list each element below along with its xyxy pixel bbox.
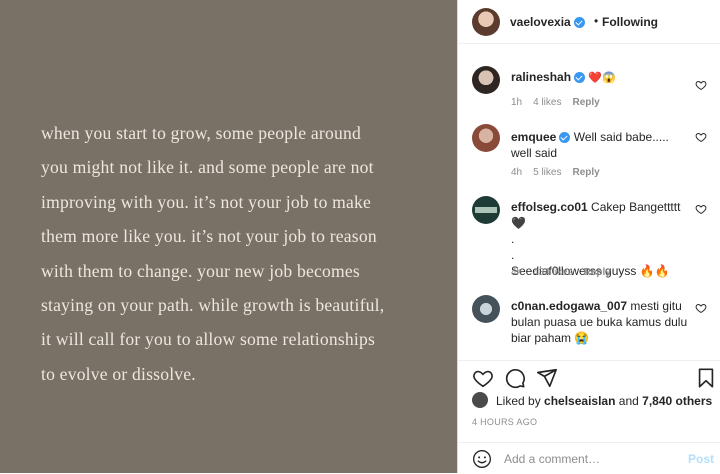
comment-like-heart-icon[interactable] xyxy=(695,79,707,91)
comment-like-heart-icon[interactable] xyxy=(695,131,707,143)
liked-by-connector: and xyxy=(618,394,639,408)
comment-time[interactable]: 4h xyxy=(511,267,522,278)
comment-time[interactable]: 1h xyxy=(511,97,522,108)
post-header: vaelovexia • Following xyxy=(458,0,720,44)
add-comment-row: Add a comment… Post xyxy=(458,442,720,474)
emoji-smiley-icon[interactable] xyxy=(472,449,492,469)
comment-username[interactable]: emquee xyxy=(511,130,556,144)
quote-line: to evolve or dissolve. xyxy=(41,363,196,384)
post-timestamp[interactable]: 4 HOURS AGO xyxy=(472,417,537,427)
comment-likes[interactable]: 5 likes xyxy=(533,167,561,178)
verified-badge-icon xyxy=(559,132,571,144)
comment-time[interactable]: 4h xyxy=(511,167,522,178)
author-avatar[interactable] xyxy=(472,8,500,36)
comment-body: ralineshah ❤️😱 xyxy=(511,69,691,86)
comment-username[interactable]: effolseg.co01 xyxy=(511,200,588,214)
liked-by-others[interactable]: 7,840 others xyxy=(642,394,712,408)
add-comment-input[interactable]: Add a comment… xyxy=(504,452,600,466)
reply-button[interactable]: Reply xyxy=(584,267,611,278)
commenter-avatar[interactable] xyxy=(472,196,500,224)
reply-button[interactable]: Reply xyxy=(572,167,599,178)
comment-like-heart-icon[interactable] xyxy=(695,203,707,215)
quote-line: with them to change. your new job become… xyxy=(41,260,360,281)
post-side-panel: vaelovexia • Following ralineshah ❤️😱 1h… xyxy=(457,0,720,473)
comment-like-heart-icon[interactable] xyxy=(695,302,707,314)
following-button[interactable]: Following xyxy=(602,15,658,29)
comment-body: emquee Well said babe..... well said xyxy=(511,129,691,161)
comment-body: c0nan.edogawa_007 mesti gitu bulan puasa… xyxy=(511,298,691,346)
comment-username[interactable]: c0nan.edogawa_007 xyxy=(511,299,627,313)
author-username[interactable]: vaelovexia xyxy=(510,15,585,29)
commenter-avatar[interactable] xyxy=(472,66,500,94)
save-bookmark-icon[interactable] xyxy=(695,367,717,389)
comment-meta: 4h 434 likes Reply xyxy=(511,267,622,278)
post-quote: when you start to grow, some people arou… xyxy=(41,116,441,391)
quote-line: it will call for you to allow some relat… xyxy=(41,329,376,350)
commenter-avatar[interactable] xyxy=(472,124,500,152)
comment-meta: 4h 5 likes Reply xyxy=(511,167,611,178)
quote-line: them more like you. it’s not your job to… xyxy=(41,226,377,247)
author-username-text[interactable]: vaelovexia xyxy=(510,15,571,29)
liker-avatar[interactable] xyxy=(472,392,488,408)
quote-line: when you start to grow, some people arou… xyxy=(41,123,361,143)
comment-text: ❤️😱 xyxy=(588,72,616,84)
quote-line: improving with you. it’s not your job to… xyxy=(41,191,372,212)
reply-button[interactable]: Reply xyxy=(572,97,599,108)
comment-username[interactable]: ralineshah xyxy=(511,70,571,84)
post-comment-button[interactable]: Post xyxy=(688,452,714,466)
liked-by-prefix: Liked by xyxy=(496,394,541,408)
comment-bubble-icon[interactable] xyxy=(504,367,526,389)
commenter-avatar[interactable] xyxy=(472,295,500,323)
comment-likes[interactable]: 4 likes xyxy=(533,97,561,108)
likes-summary: Liked by chelseaislan and 7,840 others xyxy=(496,394,712,408)
separator-dot: • xyxy=(594,14,599,28)
comment-meta: 1h 4 likes Reply xyxy=(511,97,611,108)
comment-text-line: . xyxy=(511,232,515,246)
post-image[interactable]: when you start to grow, some people arou… xyxy=(0,0,457,473)
comment-likes[interactable]: 434 likes xyxy=(533,267,572,278)
verified-badge-icon xyxy=(573,17,585,29)
share-send-icon[interactable] xyxy=(536,367,558,389)
comment-text-line: . xyxy=(511,248,515,262)
quote-line: staying on your path. while growth is be… xyxy=(41,295,385,316)
quote-line: you might not like it. and some people a… xyxy=(41,157,374,178)
post-actions-bar xyxy=(458,360,720,391)
like-heart-icon[interactable] xyxy=(472,367,494,389)
verified-badge-icon xyxy=(574,72,586,84)
liked-by-user[interactable]: chelseaislan xyxy=(544,394,615,408)
